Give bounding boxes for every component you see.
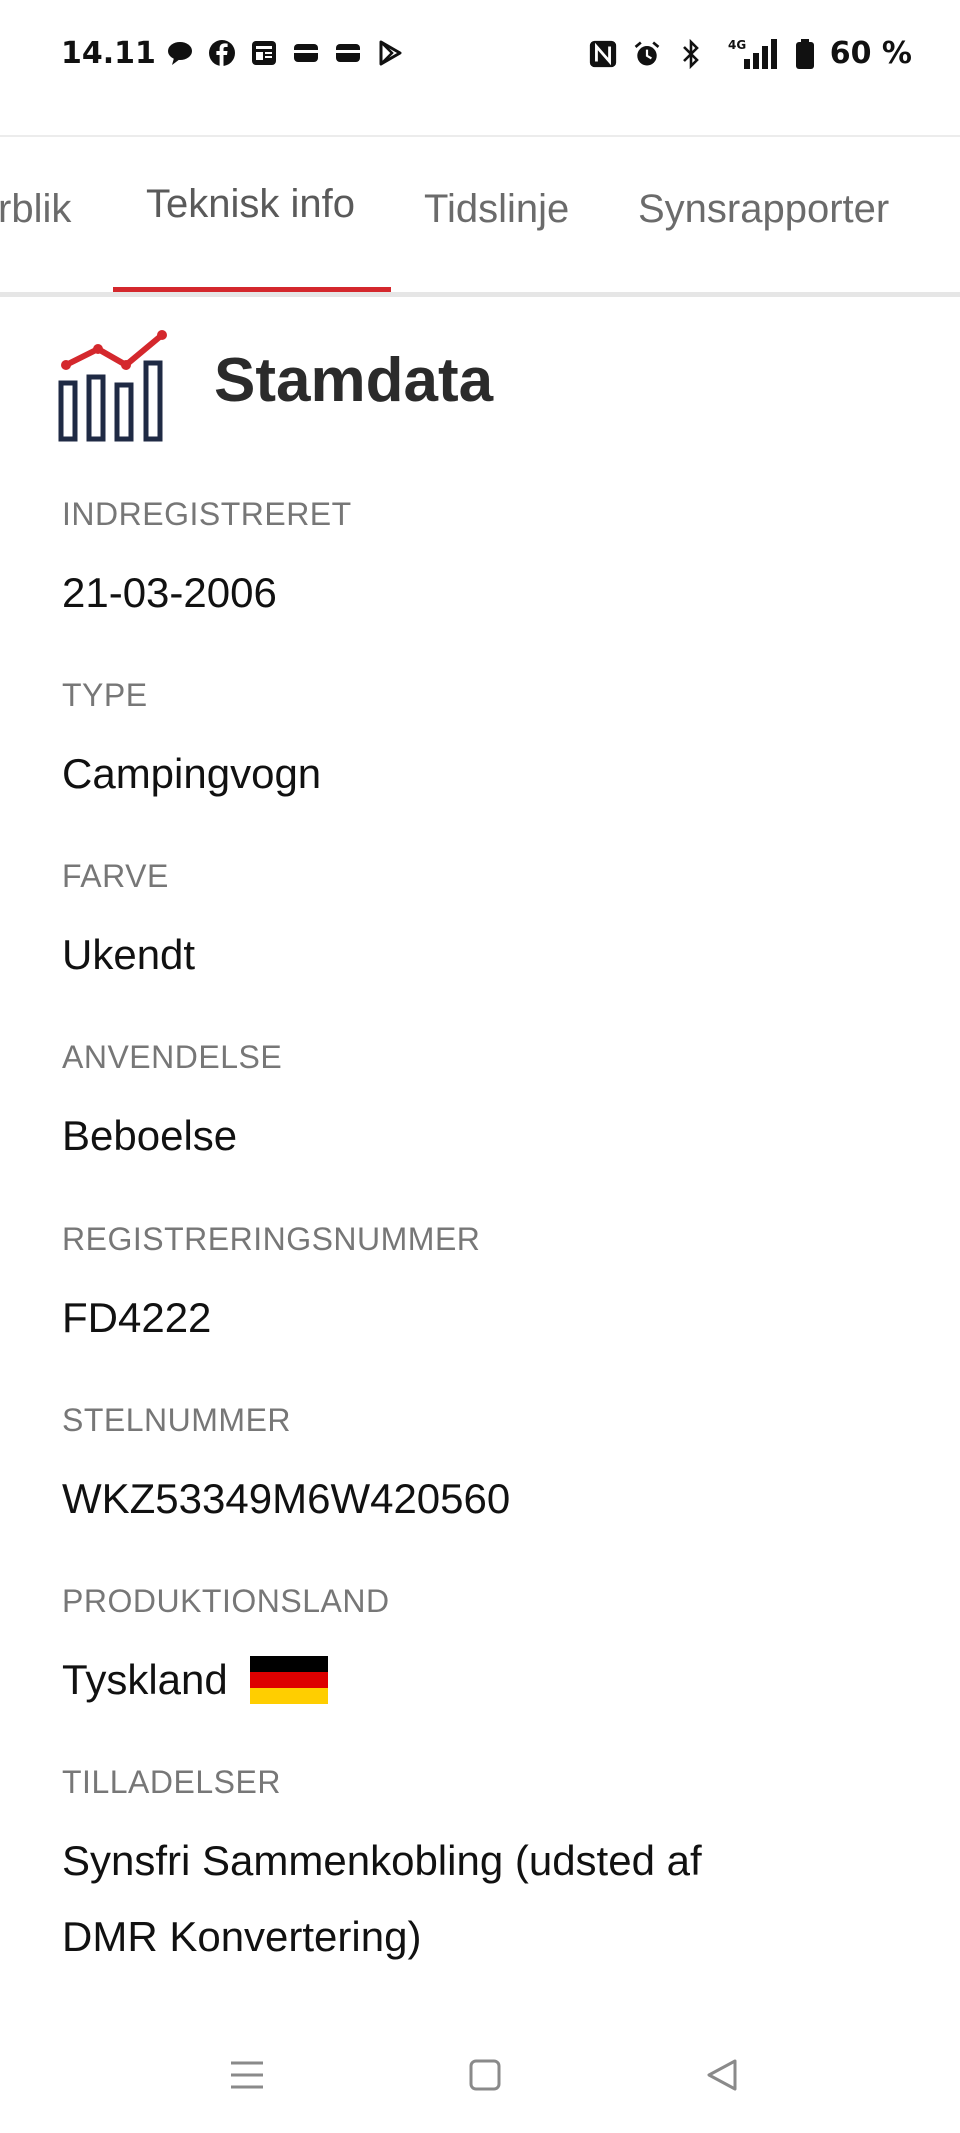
- bluetooth-icon: [676, 38, 706, 69]
- field-label: TILLADELSER: [62, 1764, 281, 1800]
- field-value: Tyskland: [62, 1656, 228, 1703]
- germany-flag-icon: [249, 1656, 328, 1704]
- section-title: Stamdata: [214, 346, 494, 415]
- field-anvendelse: ANVENDELSE Beboelse: [62, 1039, 922, 1174]
- field-label: FARVE: [62, 858, 169, 894]
- chat-bubble-icon: [165, 38, 195, 68]
- recent-apps-icon[interactable]: [222, 2050, 272, 2100]
- alarm-icon: [632, 39, 662, 69]
- field-type: TYPE Campingvogn: [62, 677, 922, 812]
- field-value-line-2: DMR Konvertering): [62, 1913, 422, 1960]
- field-value: WKZ53349M6W420560: [62, 1475, 511, 1522]
- tab-overblik[interactable]: rblik: [0, 187, 71, 232]
- back-icon[interactable]: [697, 2050, 747, 2100]
- field-value-row: Tyskland: [62, 1642, 922, 1718]
- status-time: 14.11: [61, 36, 156, 71]
- battery-level: 60 %: [829, 36, 912, 71]
- status-right-icons: 4G 60 %: [588, 36, 912, 71]
- field-label: PRODUKTIONSLAND: [62, 1583, 390, 1619]
- tab-teknisk-info[interactable]: Teknisk info: [146, 182, 355, 227]
- field-label: TYPE: [62, 677, 148, 713]
- tab-tidslinje[interactable]: Tidslinje: [424, 187, 569, 232]
- wallet-icon-2: [333, 38, 363, 68]
- play-store-icon: [375, 38, 405, 68]
- news-app-icon: [249, 38, 279, 68]
- field-value: Synsfri Sammenkobling (udsted af DMR Kon…: [62, 1823, 922, 1975]
- cellular-signal-icon: 4G: [720, 38, 780, 69]
- facebook-icon: [207, 38, 237, 68]
- home-icon[interactable]: [460, 2050, 510, 2100]
- network-type-label: 4G: [728, 38, 746, 52]
- field-registreringsnummer: REGISTRERINGSNUMMER FD4222: [62, 1221, 922, 1356]
- field-value: Beboelse: [62, 1112, 238, 1159]
- status-bar: 14.11 4G 60 %: [0, 0, 960, 110]
- field-label: REGISTRERINGSNUMMER: [62, 1221, 481, 1257]
- field-value: Campingvogn: [62, 750, 322, 797]
- field-label: INDREGISTRERET: [62, 496, 352, 532]
- nfc-icon: [588, 39, 618, 69]
- field-farve: FARVE Ukendt: [62, 858, 922, 993]
- system-navigation-bar: [0, 2040, 960, 2110]
- field-tilladelser: TILLADELSER Synsfri Sammenkobling (udste…: [62, 1764, 922, 1975]
- field-stelnummer: STELNUMMER WKZ53349M6W420560: [62, 1402, 922, 1537]
- field-value: FD4222: [62, 1294, 212, 1341]
- field-value-line-1: Synsfri Sammenkobling (udsted af: [62, 1837, 702, 1884]
- battery-icon: [794, 38, 816, 69]
- bar-chart-trend-icon: [58, 325, 173, 443]
- tabs-divider: [0, 292, 960, 297]
- tab-bar: rblik Teknisk info Tidslinje Synsrapport…: [0, 137, 960, 292]
- field-value: Ukendt: [62, 931, 196, 978]
- notification-icons: [165, 38, 405, 68]
- field-produktionsland: PRODUKTIONSLAND Tyskland: [62, 1583, 922, 1718]
- wallet-icon: [291, 38, 321, 68]
- field-label: STELNUMMER: [62, 1402, 292, 1438]
- field-label: ANVENDELSE: [62, 1039, 283, 1075]
- field-value: 21-03-2006: [62, 569, 277, 616]
- field-indregistreret: INDREGISTRERET 21-03-2006: [62, 496, 922, 631]
- tab-synsrapporter[interactable]: Synsrapporter: [638, 187, 889, 232]
